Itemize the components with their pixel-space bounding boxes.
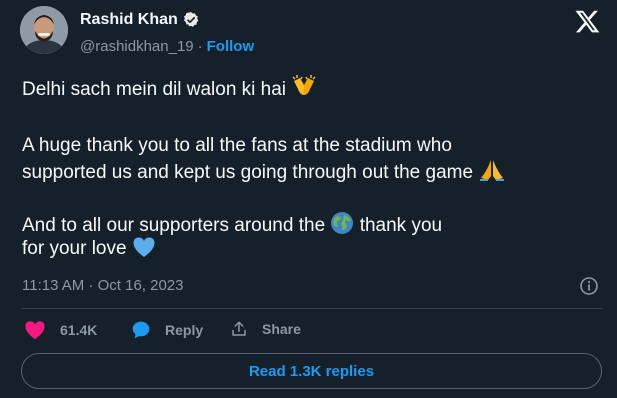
author-handle-row: @rashidkhan_19 · Follow bbox=[80, 38, 254, 55]
author-name-row: Rashid Khan bbox=[80, 11, 200, 29]
reply-bubble-icon bbox=[132, 321, 150, 339]
x-logo-icon[interactable] bbox=[574, 8, 601, 34]
globe-emoji-icon bbox=[330, 211, 354, 242]
follow-button[interactable]: Follow bbox=[207, 38, 255, 55]
reply-label: Reply bbox=[165, 322, 204, 338]
raising-hands-emoji-icon bbox=[291, 75, 317, 106]
share-icon bbox=[232, 321, 246, 336]
share-button[interactable]: Share bbox=[230, 320, 301, 338]
read-replies-label: Read 1.3K replies bbox=[248, 362, 375, 380]
blue-heart-emoji-icon bbox=[132, 236, 156, 265]
heart-icon bbox=[25, 321, 45, 340]
folded-hands-emoji-icon bbox=[478, 158, 506, 189]
tweet-text-line-3: supported us and kept us going through o… bbox=[22, 158, 506, 189]
tweet-timestamp[interactable]: 11:13 AM · Oct 16, 2023 bbox=[22, 277, 183, 294]
like-button[interactable]: 61.4K bbox=[24, 320, 97, 340]
tweet-text: supported us and kept us going through o… bbox=[22, 162, 474, 183]
reply-button[interactable]: Reply bbox=[131, 320, 203, 340]
author-handle[interactable]: @rashidkhan_19 bbox=[80, 38, 194, 55]
divider bbox=[22, 308, 602, 309]
info-icon[interactable] bbox=[579, 276, 599, 296]
tweet-text: for your love bbox=[22, 238, 127, 259]
tweet-card: Rashid Khan @rashidkhan_19 · Follow Delh… bbox=[0, 0, 617, 398]
like-count: 61.4K bbox=[60, 322, 98, 338]
tweet-text-line-5: for your love bbox=[22, 236, 156, 265]
avatar[interactable] bbox=[20, 6, 68, 54]
read-replies-button[interactable]: Read 1.3K replies bbox=[21, 353, 602, 389]
tweet-text-line-2: A huge thank you to all the fans at the … bbox=[22, 133, 452, 158]
tweet-text: Delhi sach mein dil walon ki hai bbox=[22, 79, 287, 100]
separator-dot: · bbox=[197, 38, 203, 55]
tweet-text-line-1: Delhi sach mein dil walon ki hai bbox=[22, 75, 317, 106]
verified-badge-icon bbox=[182, 11, 200, 29]
tweet-text: A huge thank you to all the fans at the … bbox=[22, 135, 452, 156]
author-name[interactable]: Rashid Khan bbox=[80, 11, 178, 29]
tweet-text: And to all our supporters around the bbox=[22, 215, 326, 236]
share-label: Share bbox=[262, 321, 301, 337]
tweet-text: thank you bbox=[359, 215, 443, 236]
